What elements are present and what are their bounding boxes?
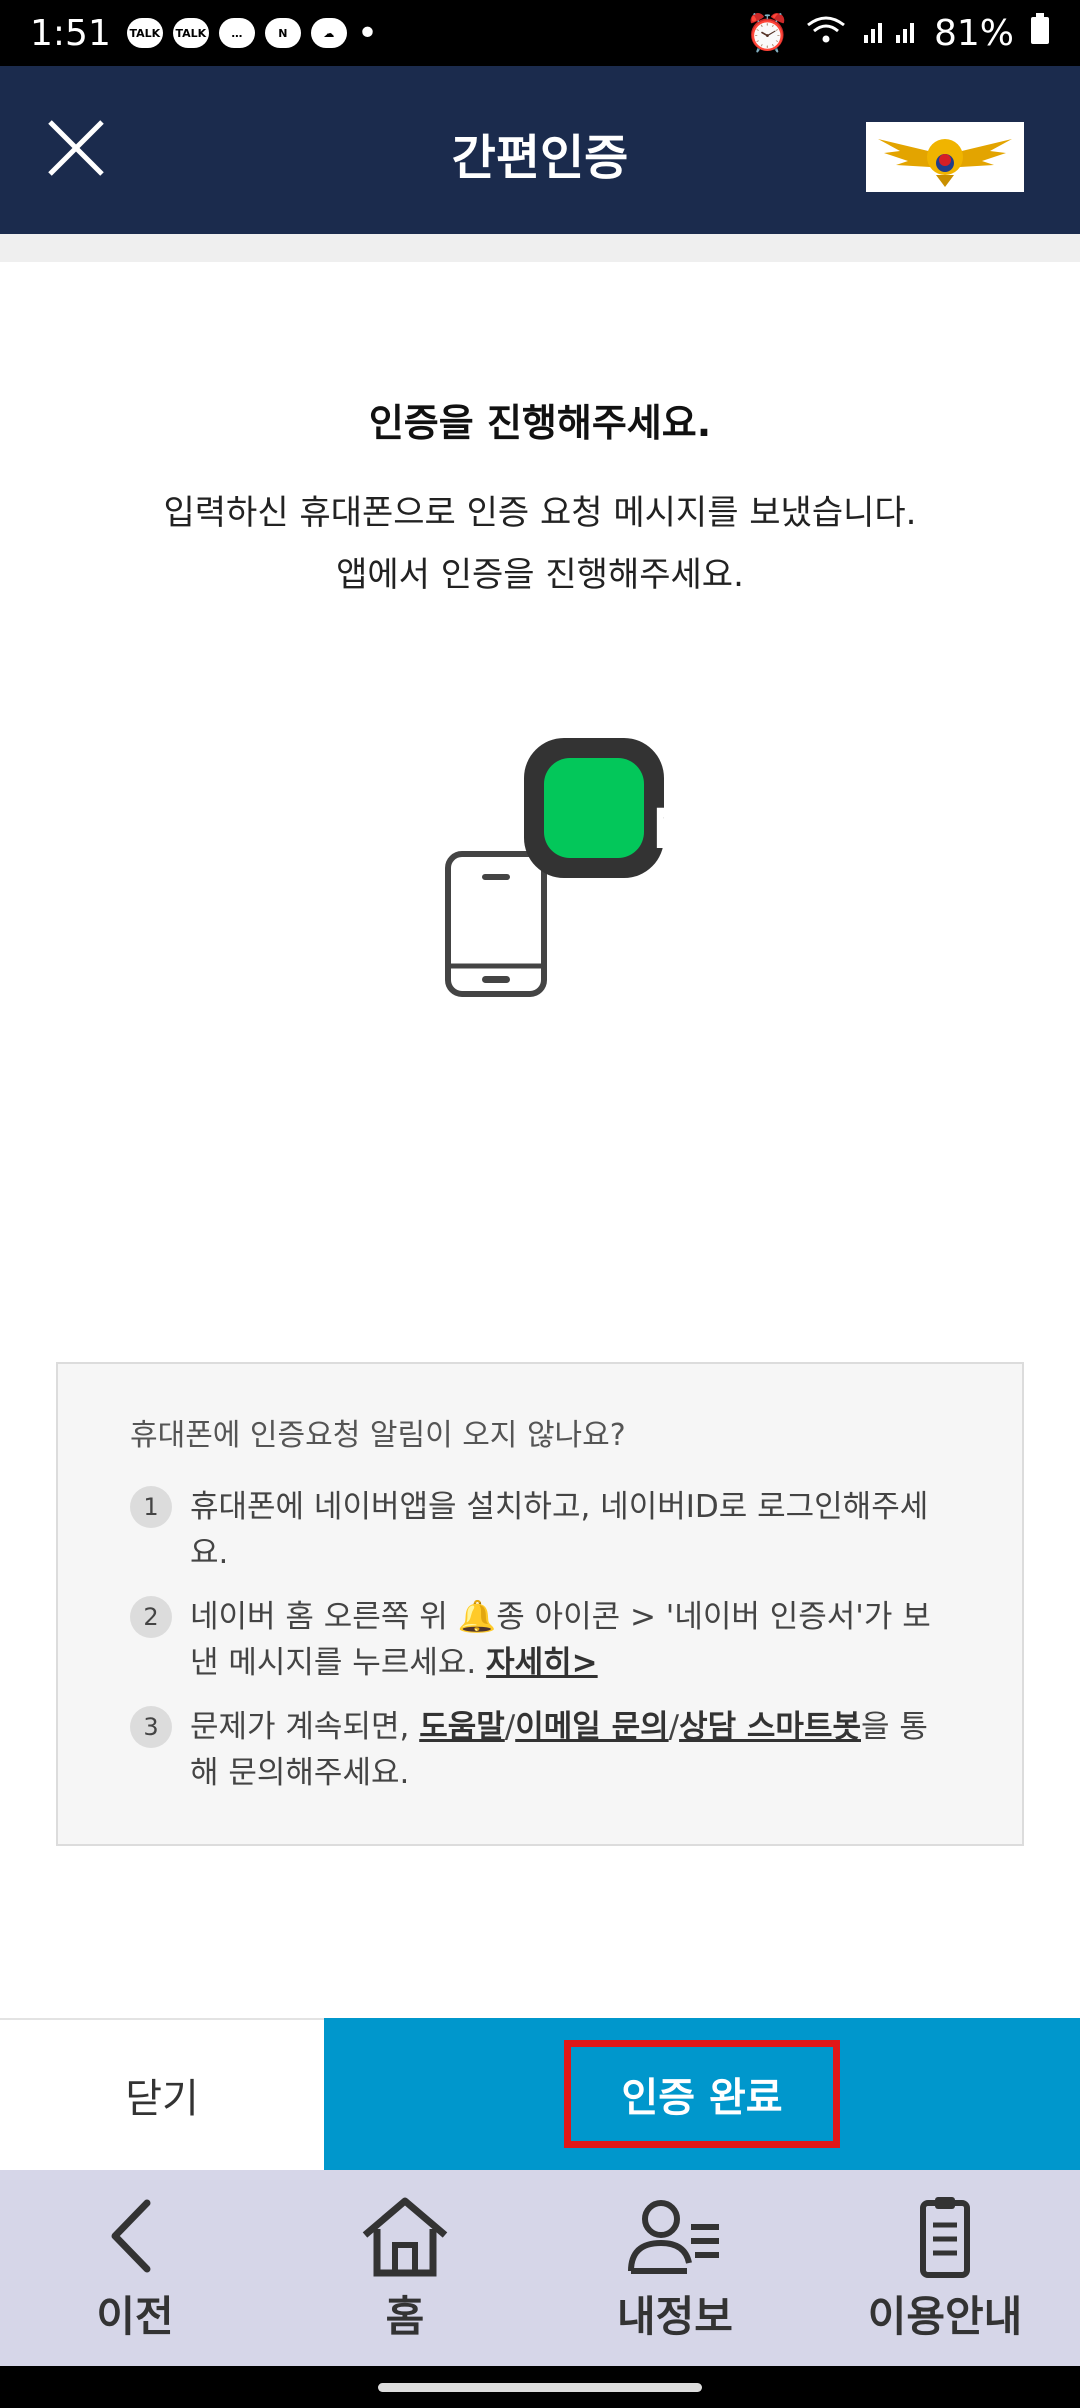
help-heading: 휴대폰에 인증요청 알림이 오지 않나요? — [130, 1418, 626, 1453]
step-number: 1 — [130, 1486, 172, 1528]
auth-title: 인증을 진행해주세요. — [368, 401, 712, 445]
help-item-text: 휴대폰에 네이버앱을 설치하고, 네이버ID로 로그인해주세요. — [190, 1489, 929, 1571]
nav-label: 이전 — [96, 2291, 174, 2341]
help-item-1: 1 휴대폰에 네이버앱을 설치하고, 네이버ID로 로그인해주세요. — [130, 1484, 950, 1576]
nav-item-myinfo[interactable]: 내정보 — [540, 2170, 810, 2366]
help-text-part: 문제가 계속되면, — [190, 1709, 420, 1745]
details-link[interactable]: 자세히> — [486, 1645, 598, 1681]
status-time: 1:51 — [30, 12, 111, 54]
home-gesture-pill[interactable] — [378, 2383, 702, 2392]
naver-n-icon: N — [264, 18, 301, 48]
chat-bubble-icon: … — [218, 18, 255, 48]
nav-label: 이용안내 — [867, 2291, 1023, 2341]
help-item-text: 문제가 계속되면, 도움말/이메일 문의/상담 스마트봇을 통해 문의해주세요. — [190, 1704, 950, 1796]
auth-complete-label: 인증 완료 — [564, 2040, 840, 2148]
bottom-nav: 이전 홈 내정보 이용안내 — [0, 2170, 1080, 2366]
bottom-action-bar: 닫기 인증 완료 — [0, 2018, 1080, 2170]
battery-icon — [1030, 12, 1050, 54]
divider-strip — [0, 234, 1080, 262]
alarm-icon: ⏰ — [745, 13, 790, 54]
phone-auth-illustration: N — [440, 730, 695, 1010]
help-item-2: 2 네이버 홈 오른쪽 위 🔔종 아이콘 > '네이버 인증서'가 보낸 메시지… — [130, 1594, 950, 1686]
back-icon — [111, 2199, 151, 2272]
more-dot-icon: • — [356, 12, 379, 54]
status-left: 1:51 TALK TALK … N ☁ • — [30, 13, 378, 54]
naver-badge-letter: N — [653, 795, 695, 861]
user-icon — [628, 2199, 719, 2274]
email-inquiry-link[interactable]: 이메일 문의 — [515, 1709, 668, 1745]
step-number: 3 — [130, 1706, 172, 1748]
status-right: ⏰ 81% — [745, 12, 1050, 54]
separator: / — [668, 1709, 680, 1745]
auth-description: 입력하신 휴대폰으로 인증 요청 메시지를 보냈습니다. 앱에서 인증을 진행해… — [100, 482, 980, 606]
description-line-1: 입력하신 휴대폰으로 인증 요청 메시지를 보냈습니다. — [163, 493, 917, 533]
notification-icons: TALK TALK … N ☁ • — [126, 12, 379, 54]
status-bar: 1:51 TALK TALK … N ☁ • ⏰ 81% — [0, 0, 1080, 66]
help-link[interactable]: 도움말 — [419, 1709, 505, 1745]
help-item-text: 네이버 홈 오른쪽 위 🔔종 아이콘 > '네이버 인증서'가 보낸 메시지를 … — [190, 1594, 950, 1686]
step-number: 2 — [130, 1596, 172, 1638]
nav-item-home[interactable]: 홈 — [270, 2170, 540, 2366]
kakaotalk-icon: TALK — [126, 18, 163, 48]
help-text-part: 네이버 홈 오른쪽 위 — [190, 1599, 458, 1635]
kakaotalk-icon: TALK — [172, 18, 209, 48]
system-nav-bar — [0, 2366, 1080, 2408]
bell-icon: 🔔 — [457, 1599, 497, 1635]
nav-item-back[interactable]: 이전 — [0, 2170, 270, 2366]
auth-complete-button[interactable]: 인증 완료 — [324, 2018, 1080, 2170]
home-icon — [362, 2197, 448, 2276]
help-item-3: 3 문제가 계속되면, 도움말/이메일 문의/상담 스마트봇을 통해 문의해주세… — [130, 1704, 950, 1796]
battery-percent: 81% — [933, 12, 1014, 54]
nav-label: 홈 — [385, 2291, 425, 2341]
police-emblem-logo — [866, 122, 1024, 192]
cloud-icon: ☁ — [310, 18, 347, 48]
wifi-icon — [806, 13, 846, 54]
header: 간편인증 — [0, 66, 1080, 234]
help-info-box: 휴대폰에 인증요청 알림이 오지 않나요? 1 휴대폰에 네이버앱을 설치하고,… — [56, 1362, 1024, 1846]
separator: / — [504, 1709, 516, 1745]
smartbot-link[interactable]: 상담 스마트봇 — [679, 1709, 861, 1745]
clipboard-icon — [920, 2196, 970, 2278]
nav-label: 내정보 — [617, 2291, 733, 2341]
description-line-2: 앱에서 인증을 진행해주세요. — [336, 555, 744, 595]
signal-icon — [862, 13, 918, 54]
nav-item-guide[interactable]: 이용안내 — [810, 2170, 1080, 2366]
cancel-button[interactable]: 닫기 — [0, 2018, 324, 2170]
